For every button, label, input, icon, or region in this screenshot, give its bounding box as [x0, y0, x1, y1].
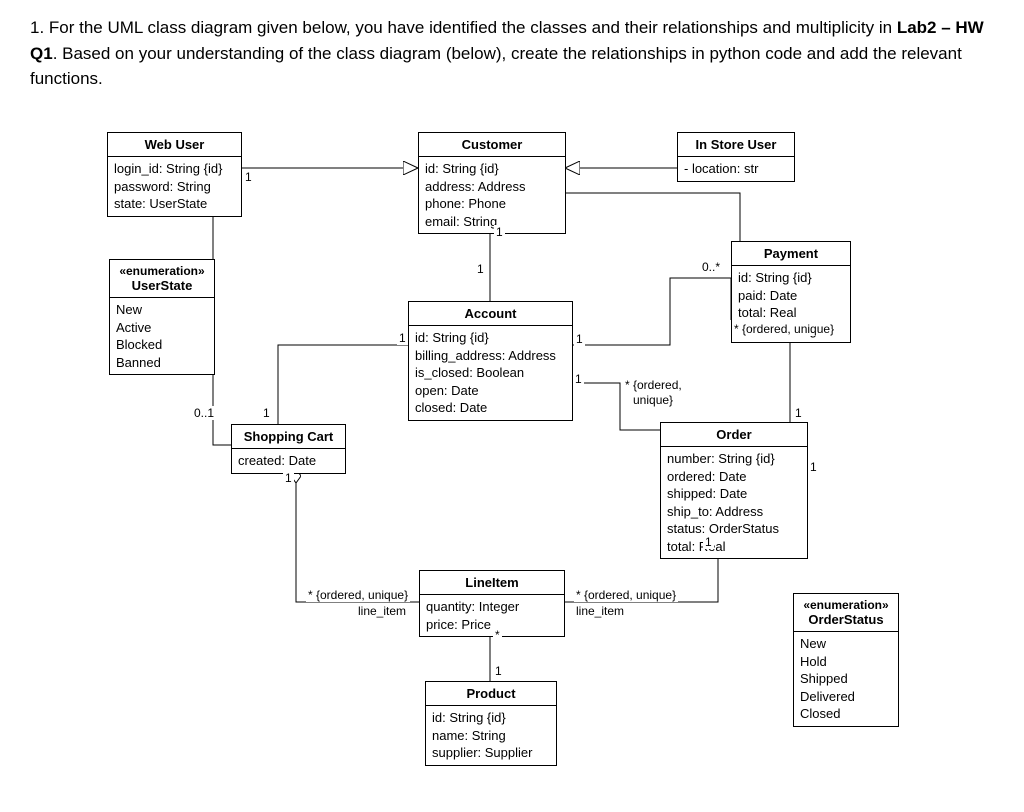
multiplicity: 1 — [283, 471, 294, 485]
class-header: Shopping Cart — [232, 425, 345, 449]
class-body: id: String {id} address: Address phone: … — [419, 157, 565, 233]
multiplicity: 1 — [475, 262, 486, 276]
uml-diagram: Web User login_id: String {id} password:… — [0, 110, 1024, 790]
class-header: LineItem — [420, 571, 564, 595]
class-account: Account id: String {id} billing_address:… — [408, 301, 573, 421]
multiplicity: 1 — [261, 406, 272, 420]
multiplicity: 1 — [573, 372, 584, 386]
class-order: Order number: String {id} ordered: Date … — [660, 422, 808, 559]
class-header: Order — [661, 423, 807, 447]
class-body: created: Date — [232, 449, 345, 473]
class-customer: Customer id: String {id} address: Addres… — [418, 132, 566, 234]
class-body: id: String {id} name: String supplier: S… — [426, 706, 556, 765]
rolename: line_item — [574, 604, 626, 618]
class-body: login_id: String {id} password: String s… — [108, 157, 241, 216]
constraint: * {ordered, unique} — [574, 588, 678, 602]
class-body: id: String {id} billing_address: Address… — [409, 326, 572, 420]
class-instoreuser: In Store User - location: str — [677, 132, 795, 182]
class-body: New Active Blocked Banned — [110, 298, 214, 374]
class-header: Product — [426, 682, 556, 706]
constraint: unique} — [631, 393, 675, 407]
multiplicity: 1 — [808, 460, 819, 474]
class-product: Product id: String {id} name: String sup… — [425, 681, 557, 766]
class-lineitem: LineItem quantity: Integer price: Price — [419, 570, 565, 637]
rolename: line_item — [356, 604, 408, 618]
class-body: number: String {id} ordered: Date shippe… — [661, 447, 807, 558]
class-header: «enumeration» OrderStatus — [794, 594, 898, 632]
class-userstate: «enumeration» UserState New Active Block… — [109, 259, 215, 375]
class-header: Account — [409, 302, 572, 326]
multiplicity: 1 — [494, 225, 505, 239]
class-webuser: Web User login_id: String {id} password:… — [107, 132, 242, 217]
constraint: * {ordered, — [623, 378, 684, 392]
class-header: Payment — [732, 242, 850, 266]
multiplicity: 1 — [574, 332, 585, 346]
question-text: 1. For the UML class diagram given below… — [30, 15, 994, 92]
multiplicity: 1 — [793, 406, 804, 420]
multiplicity: 1 — [397, 331, 408, 345]
multiplicity: 0..* — [700, 260, 722, 274]
constraint: * {ordered, unique} — [306, 588, 410, 602]
class-header: Customer — [419, 133, 565, 157]
class-shoppingcart: Shopping Cart created: Date — [231, 424, 346, 474]
multiplicity: 0..1 — [192, 406, 216, 420]
multiplicity: * — [493, 628, 502, 642]
class-header: «enumeration» UserState — [110, 260, 214, 298]
class-body: New Hold Shipped Delivered Closed — [794, 632, 898, 726]
class-header: Web User — [108, 133, 241, 157]
multiplicity: 1 — [703, 535, 714, 549]
class-header: In Store User — [678, 133, 794, 157]
class-orderstatus: «enumeration» OrderStatus New Hold Shipp… — [793, 593, 899, 727]
class-body: quantity: Integer price: Price — [420, 595, 564, 636]
multiplicity: 1 — [243, 170, 254, 184]
multiplicity: 1 — [493, 664, 504, 678]
constraint: * {ordered, unique} — [732, 322, 836, 336]
class-body: - location: str — [678, 157, 794, 181]
